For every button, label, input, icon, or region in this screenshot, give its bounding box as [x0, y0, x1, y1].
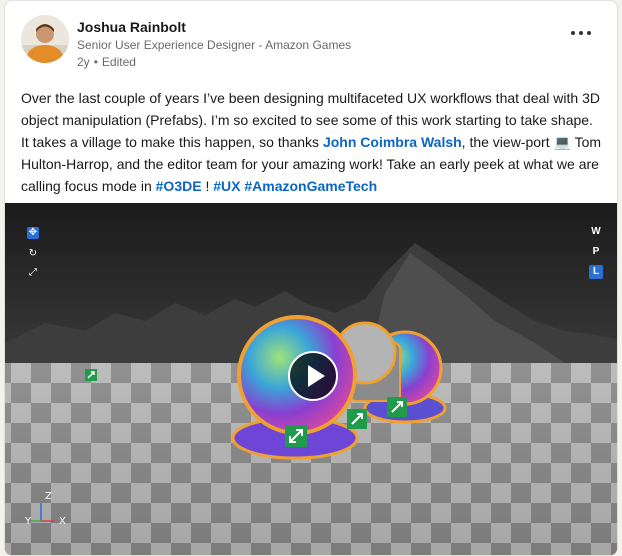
hashtag-o3de[interactable]: #O3DE: [156, 178, 202, 194]
avatar[interactable]: [21, 15, 69, 63]
post-meta: 2y • Edited: [77, 54, 351, 71]
scale-tool-icon[interactable]: ⤢: [27, 267, 39, 279]
move-tool-icon[interactable]: ✥: [27, 227, 39, 239]
post-age: 2y: [77, 55, 90, 69]
mention-link[interactable]: John Coimbra Walsh: [323, 134, 462, 150]
author-name[interactable]: Joshua Rainbolt: [77, 17, 351, 37]
viewport-mode-l[interactable]: L: [589, 265, 603, 279]
rotate-tool-icon[interactable]: ↻: [27, 248, 39, 260]
viewport-mode-w[interactable]: W: [589, 225, 603, 239]
ellipsis-icon: [571, 31, 575, 35]
hashtag-ux[interactable]: #UX: [213, 178, 240, 194]
post-header: Joshua Rainbolt Senior User Experience D…: [21, 15, 601, 75]
post-text: Over the last couple of years I’ve been …: [21, 90, 602, 194]
author-info: Joshua Rainbolt Senior User Experience D…: [77, 17, 351, 71]
hashtag-amazongametech[interactable]: #AmazonGameTech: [244, 178, 377, 194]
edited-label: Edited: [101, 55, 136, 69]
post-card: Joshua Rainbolt Senior User Experience D…: [4, 0, 618, 556]
axis-y-label: Y: [25, 516, 32, 527]
meta-separator: •: [93, 55, 98, 69]
author-title: Senior User Experience Designer - Amazon…: [77, 38, 352, 52]
laptop-emoji: 💻: [553, 134, 571, 150]
video-player[interactable]: ✥ ↻ ⤢ W P L Z Y X: [5, 203, 617, 555]
axis-x-label: X: [59, 516, 66, 527]
more-options-button[interactable]: [565, 21, 597, 45]
play-icon[interactable]: [288, 351, 338, 401]
axis-z-label: Z: [45, 491, 52, 502]
viewport-mode-p[interactable]: P: [589, 245, 603, 259]
